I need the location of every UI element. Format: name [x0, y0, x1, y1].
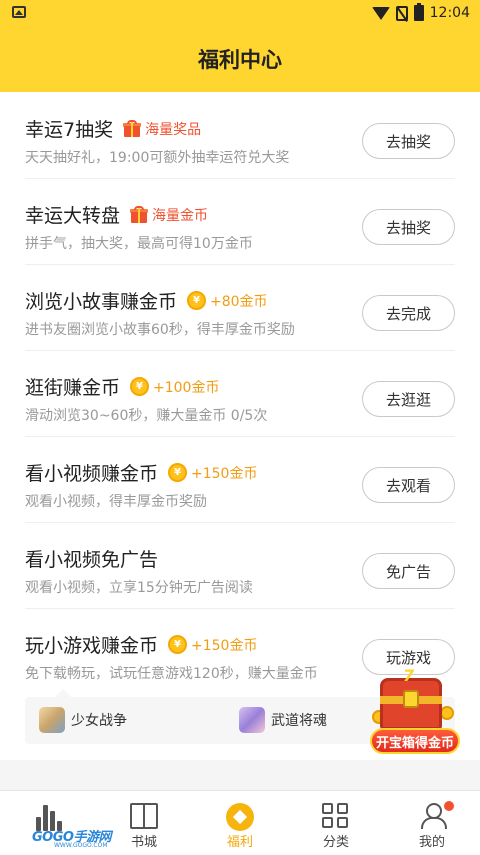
coin-icon: ¥	[168, 463, 188, 482]
stories-complete-button[interactable]: 去完成	[362, 295, 455, 331]
grid-icon	[322, 803, 350, 829]
tab-label: 书城	[130, 835, 157, 850]
treasure-chest-button[interactable]: 7 开宝箱得金币	[370, 666, 460, 755]
task-tag-text: +150金币	[191, 465, 258, 482]
task-tag: ¥ +150金币	[168, 463, 257, 483]
task-tag-text: 海量金币	[152, 207, 209, 224]
lucky7-draw-button[interactable]: 去抽奖	[362, 123, 455, 159]
gift-icon	[123, 120, 142, 137]
task-tag: ¥ +100金币	[130, 377, 219, 397]
task-desc: 免下载畅玩，试玩任意游戏120秒，赚大量金币	[25, 666, 318, 682]
task-title: 浏览小故事赚金币 ¥ +80金币	[25, 287, 268, 314]
task-row-shopping: 逛街赚金币 ¥ +100金币 滑动浏览30~60秒，赚大量金币 0/5次 去逛逛	[25, 351, 455, 437]
task-name: 幸运大转盘	[25, 205, 121, 227]
chest-mark: 7	[403, 666, 415, 685]
task-desc: 天天抽好礼，19:00可额外抽幸运符兑大奖	[25, 150, 290, 166]
wifi-icon	[371, 6, 390, 20]
image-notification-icon	[12, 6, 26, 18]
tab-label: 福利	[226, 835, 253, 850]
page-title: 福利中心	[198, 48, 282, 72]
user-icon	[418, 803, 447, 829]
tab-label: 我的	[418, 835, 445, 850]
book-icon	[130, 803, 158, 829]
notification-dot	[444, 801, 454, 811]
task-tag: 海量金币	[130, 205, 208, 225]
task-title: 看小视频免广告	[25, 545, 158, 572]
task-name: 逛街赚金币	[25, 377, 121, 399]
task-tag-text: +80金币	[210, 293, 268, 310]
bottom-tab-bar: 书城 福利 分类 我的	[0, 790, 480, 855]
gift-icon	[130, 206, 149, 223]
tab-label: 分类	[322, 835, 349, 850]
coin-icon: ¥	[187, 291, 207, 310]
task-row-wheel: 幸运大转盘 海量金币 拼手气，抽大奖，最高可得10万金币 去抽奖	[25, 179, 455, 265]
task-tag: ¥ +150金币	[168, 635, 257, 655]
task-name: 看小视频赚金币	[25, 463, 159, 485]
task-tag-text: +100金币	[153, 379, 220, 396]
tab-welfare[interactable]: 福利	[192, 791, 288, 855]
treasure-chest-label: 开宝箱得金币	[370, 728, 460, 754]
task-desc: 滑动浏览30~60秒，赚大量金币 0/5次	[25, 408, 268, 424]
task-name: 玩小游戏赚金币	[25, 635, 159, 657]
task-tag-text: 海量奖品	[145, 121, 202, 138]
game-item-girls-war[interactable]: 少女战争	[39, 707, 127, 733]
game-thumbnail	[39, 707, 65, 733]
task-desc: 观看小视频，立享15分钟无广告阅读	[25, 580, 253, 596]
task-tag: ¥ +80金币	[187, 291, 268, 311]
welfare-icon	[226, 803, 254, 831]
wheel-draw-button[interactable]: 去抽奖	[362, 209, 455, 245]
video-watch-button[interactable]: 去观看	[362, 467, 455, 503]
task-title: 逛街赚金币 ¥ +100金币	[25, 373, 219, 400]
task-title: 幸运大转盘 海量金币	[25, 201, 208, 228]
clock: 12:04	[429, 5, 470, 21]
task-list: 幸运7抽奖 海量奖品 天天抽好礼，19:00可额外抽幸运符兑大奖 去抽奖 幸运大…	[0, 92, 480, 760]
ad-free-button[interactable]: 免广告	[362, 553, 455, 589]
tab-bookstore[interactable]: 书城	[96, 791, 192, 855]
task-row-stories: 浏览小故事赚金币 ¥ +80金币 进书友圈浏览小故事60秒，得丰厚金币奖励 去完…	[25, 265, 455, 351]
game-name: 少女战争	[71, 713, 127, 729]
header: 福利中心	[0, 26, 480, 92]
game-thumbnail	[239, 707, 265, 733]
task-tag-text: +150金币	[191, 637, 258, 654]
task-title: 幸运7抽奖 海量奖品	[25, 115, 201, 142]
tab-category[interactable]: 分类	[288, 791, 384, 855]
coin-icon	[440, 706, 454, 720]
task-desc: 拼手气，抽大奖，最高可得10万金币	[25, 236, 253, 252]
task-desc: 进书友圈浏览小故事60秒，得丰厚金币奖励	[25, 322, 295, 338]
task-name: 幸运7抽奖	[25, 119, 114, 141]
task-title: 玩小游戏赚金币 ¥ +150金币	[25, 631, 257, 658]
game-name: 武道将魂	[271, 713, 327, 729]
game-item-wudao[interactable]: 武道将魂	[239, 707, 327, 733]
coin-icon: ¥	[130, 377, 150, 396]
task-name: 看小视频免广告	[25, 549, 159, 571]
shopping-browse-button[interactable]: 去逛逛	[362, 381, 455, 417]
coin-icon: ¥	[168, 635, 188, 654]
status-bar: 12:04	[0, 0, 480, 26]
no-sim-icon	[395, 5, 408, 21]
task-name: 浏览小故事赚金币	[25, 291, 178, 313]
battery-icon	[413, 3, 424, 21]
tab-profile[interactable]: 我的	[384, 791, 480, 855]
status-icons: 12:04	[371, 3, 470, 23]
task-row-video-adfree: 看小视频免广告 观看小视频，立享15分钟无广告阅读 免广告	[25, 523, 455, 609]
task-row-lucky7: 幸运7抽奖 海量奖品 天天抽好礼，19:00可额外抽幸运符兑大奖 去抽奖	[25, 93, 455, 179]
chest-lock-icon	[403, 690, 419, 708]
task-tag: 海量奖品	[123, 119, 201, 139]
task-row-video-coins: 看小视频赚金币 ¥ +150金币 观看小视频，得丰厚金币奖励 去观看	[25, 437, 455, 523]
task-desc: 观看小视频，得丰厚金币奖励	[25, 494, 207, 510]
bar-chart-icon	[36, 805, 66, 831]
task-title: 看小视频赚金币 ¥ +150金币	[25, 459, 257, 486]
